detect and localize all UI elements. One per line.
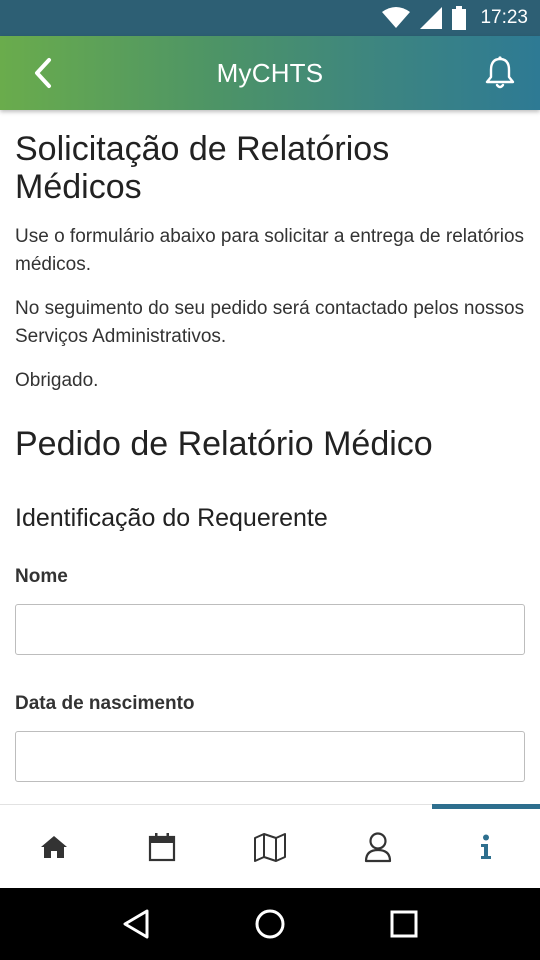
- triangle-back-icon: [123, 909, 149, 939]
- status-time: 17:23: [480, 7, 528, 28]
- chevron-left-icon: [35, 58, 51, 88]
- home-icon: [41, 835, 67, 858]
- square-recents-icon: [390, 910, 418, 938]
- form-title: Pedido de Relatório Médico: [15, 425, 433, 463]
- cell-signal-icon: [420, 7, 443, 29]
- battery-icon: [452, 6, 467, 30]
- nav-calendar[interactable]: [108, 805, 216, 888]
- info-icon: [481, 834, 491, 859]
- map-icon: [254, 832, 286, 862]
- contact-paragraph: No seguimento do seu pedido será contact…: [15, 298, 525, 347]
- system-nav-bar: [0, 888, 540, 960]
- section-title: Identificação do Requerente: [15, 504, 328, 532]
- circle-home-icon: [255, 909, 285, 939]
- back-nav-button[interactable]: [122, 909, 150, 939]
- calendar-icon: [148, 832, 176, 861]
- nav-profile[interactable]: [324, 805, 432, 888]
- user-icon: [364, 831, 392, 862]
- birthdate-input[interactable]: [15, 731, 525, 782]
- notifications-button[interactable]: [482, 55, 518, 91]
- nav-home[interactable]: [0, 805, 108, 888]
- status-bar: 17:23: [0, 0, 540, 36]
- page-title: Solicitação de Relatórios Médicos: [15, 130, 390, 206]
- thanks-paragraph: Obrigado.: [15, 370, 99, 391]
- nav-map[interactable]: [216, 805, 324, 888]
- nav-info[interactable]: [432, 804, 540, 888]
- name-input[interactable]: [15, 604, 525, 655]
- bell-icon: [485, 56, 515, 89]
- recents-nav-button[interactable]: [390, 910, 418, 938]
- back-button[interactable]: [28, 56, 62, 90]
- birthdate-label: Data de nascimento: [15, 693, 195, 714]
- wifi-icon: [382, 7, 411, 29]
- main-content[interactable]: Solicitação de Relatórios Médicos Use o …: [0, 110, 540, 804]
- app-bar: MyCHTS: [0, 36, 540, 110]
- home-nav-button[interactable]: [254, 908, 286, 940]
- app-title: MyCHTS: [216, 57, 324, 88]
- name-label: Nome: [15, 566, 68, 587]
- intro-paragraph: Use o formulário abaixo para solicitar a…: [15, 226, 525, 275]
- bottom-nav: [0, 804, 540, 888]
